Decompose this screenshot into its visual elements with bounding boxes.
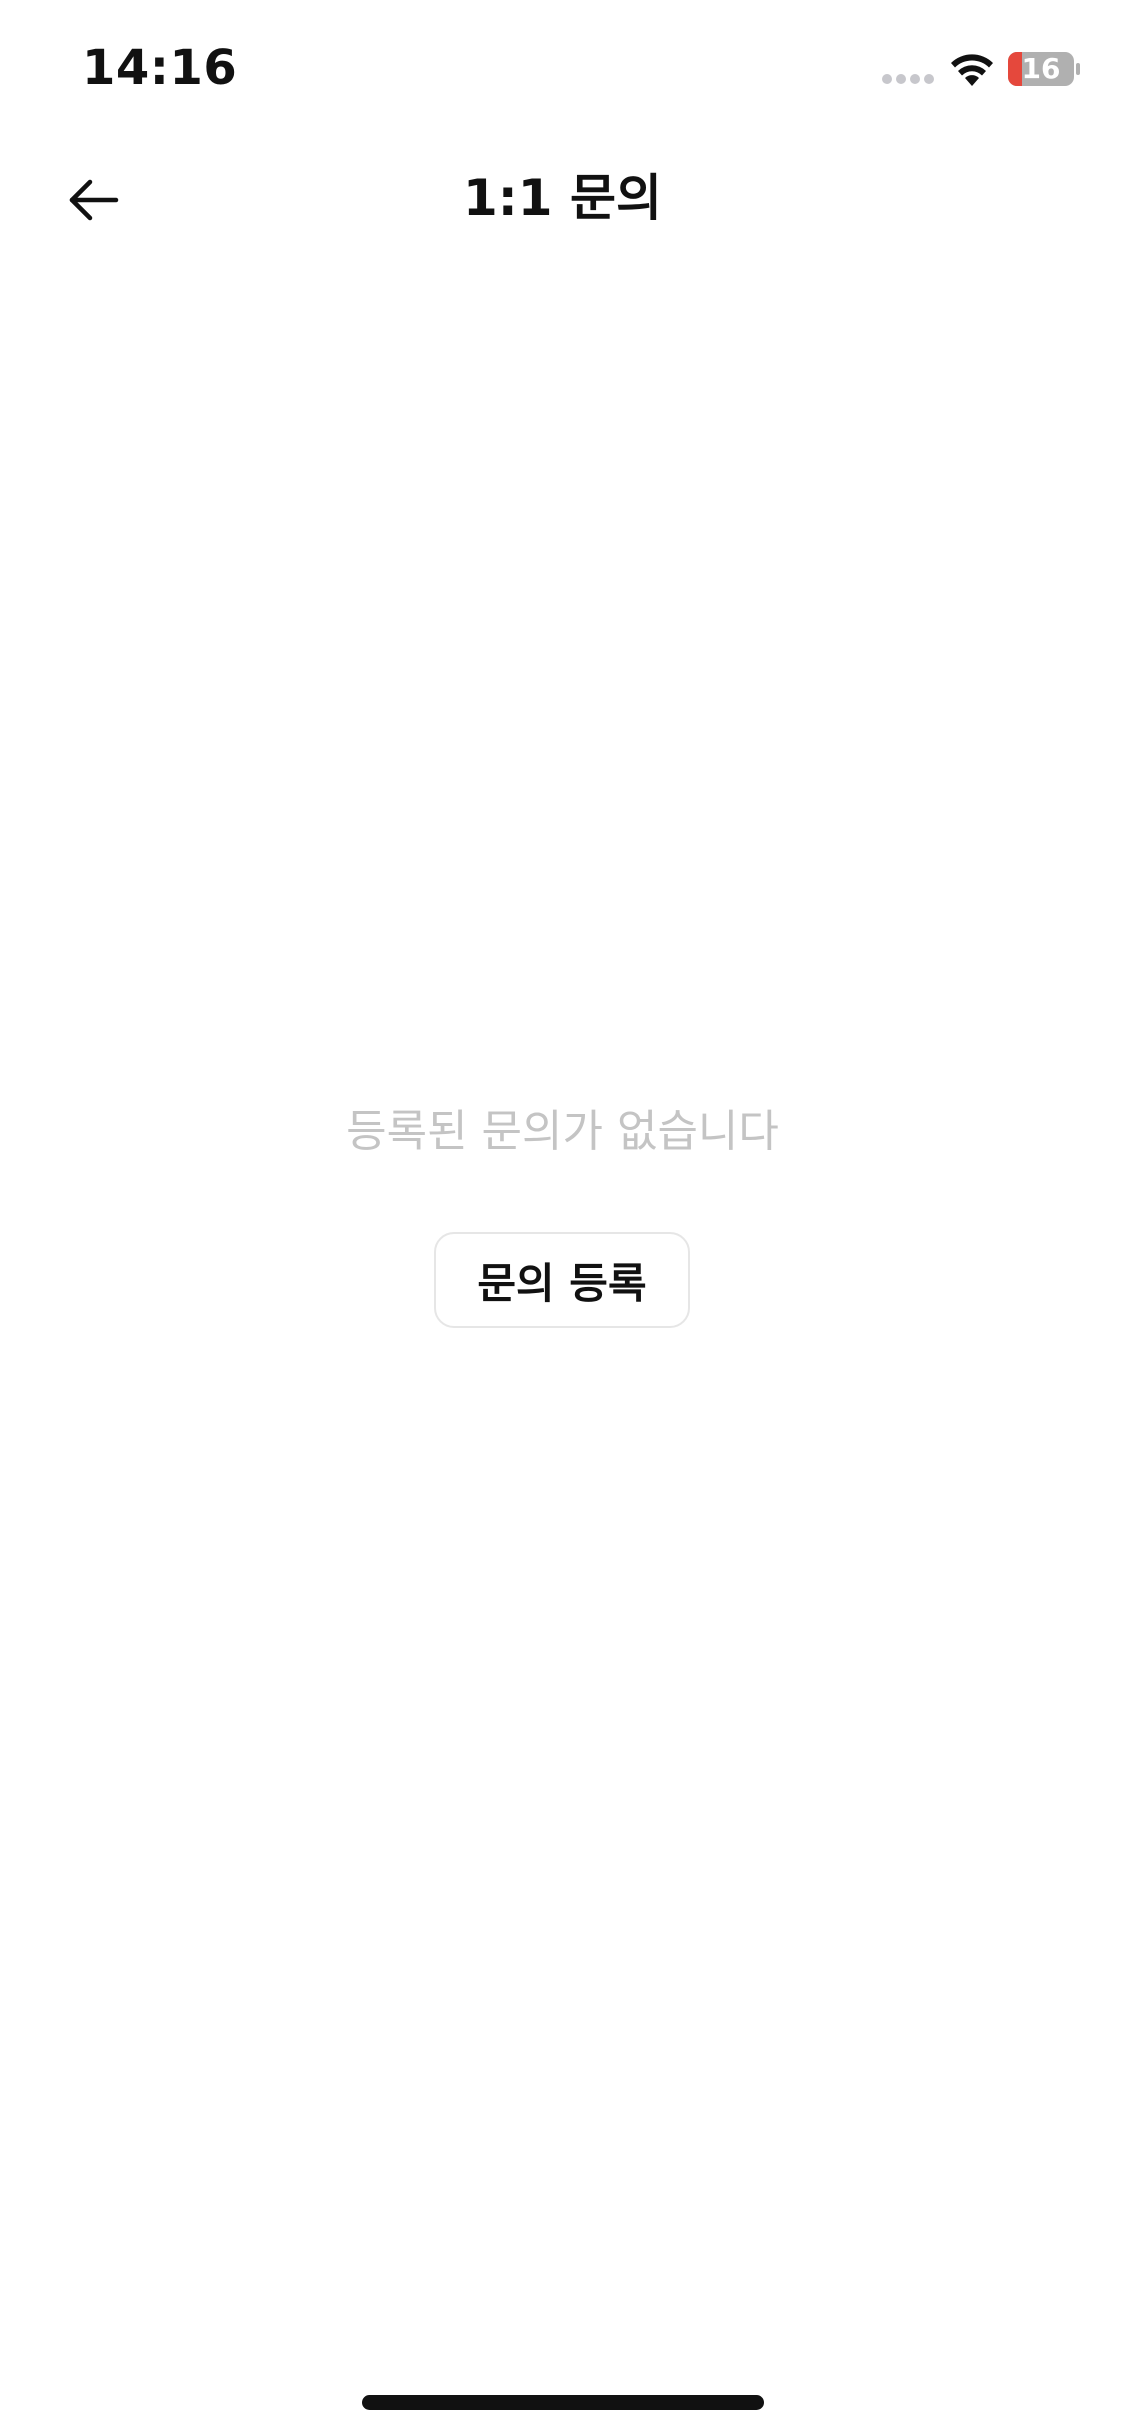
status-bar: 14:16 16 [0,0,1125,132]
cellular-signal-icon [882,74,934,86]
empty-state-message: 등록된 문의가 없습니다 [346,1106,779,1157]
wifi-icon [948,50,996,88]
home-indicator[interactable] [362,2395,764,2410]
header: 1:1 문의 [0,150,1125,246]
page-title: 1:1 문의 [463,169,662,227]
battery-level: 16 [1021,52,1061,85]
status-time: 14:16 [82,40,238,96]
battery-icon: 16 [1008,50,1080,88]
register-inquiry-button[interactable]: 문의 등록 [434,1232,690,1328]
